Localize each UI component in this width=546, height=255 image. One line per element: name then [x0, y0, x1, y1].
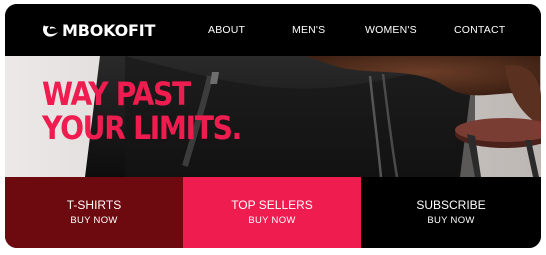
nav-womens[interactable]: WOMEN'S	[365, 4, 417, 56]
nav-about[interactable]: ABOUT	[208, 4, 245, 56]
site-header: MBOKOFIT ABOUT MEN'S WOMEN'S CONTACT	[5, 4, 541, 56]
hero-headline: WAY PAST YOUR LIMITS.	[42, 75, 242, 147]
headline-line-2: YOUR LIMITS.	[42, 109, 242, 147]
page-frame: MBOKOFIT ABOUT MEN'S WOMEN'S CONTACT WAY…	[5, 4, 541, 248]
tile-top-sellers[interactable]: TOP SELLERS BUY NOW	[183, 177, 361, 248]
tile-title: SUBSCRIBE	[416, 198, 486, 212]
nav-contact[interactable]: CONTACT	[454, 4, 505, 56]
headline-line-1: WAY PAST	[42, 75, 191, 113]
buy-now-link[interactable]: BUY NOW	[183, 215, 361, 226]
brand-name: MBOKOFIT	[62, 21, 156, 40]
brand-logo[interactable]: MBOKOFIT	[41, 21, 155, 40]
tile-title: TOP SELLERS	[231, 198, 313, 212]
buy-now-link[interactable]: BUY NOW	[5, 215, 183, 226]
tile-t-shirts[interactable]: T-SHIRTS BUY NOW	[5, 177, 183, 248]
tile-subscribe[interactable]: SUBSCRIBE BUY NOW	[361, 177, 541, 248]
nav-mens[interactable]: MEN'S	[292, 4, 325, 56]
buy-now-link[interactable]: BUY NOW	[361, 215, 541, 226]
tile-title: T-SHIRTS	[66, 198, 122, 212]
swoosh-mark-icon	[43, 24, 58, 37]
hero-banner: WAY PAST YOUR LIMITS.	[5, 56, 541, 177]
